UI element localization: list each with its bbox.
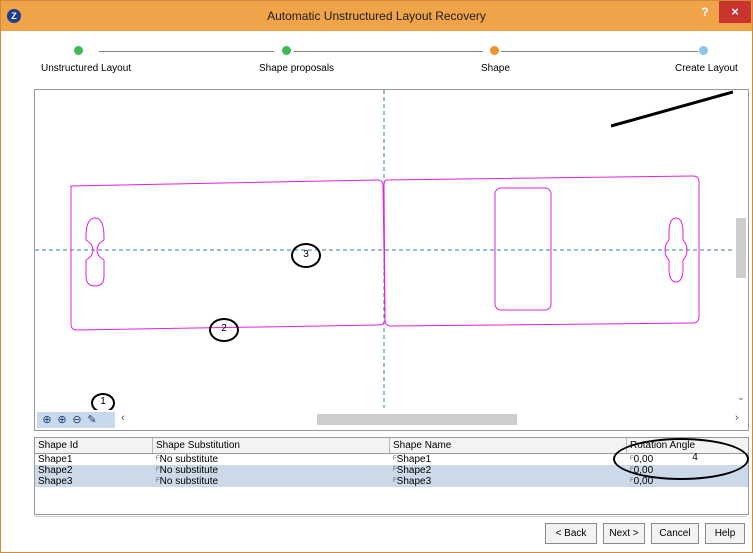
shape-outline-left xyxy=(70,179,386,331)
back-button[interactable]: < Back xyxy=(545,523,597,544)
horizontal-scroll-thumb[interactable] xyxy=(317,414,517,425)
close-icon: × xyxy=(731,4,739,19)
step-dot-unstructured-layout xyxy=(74,46,83,55)
help-title-button[interactable]: ? xyxy=(692,1,718,23)
dialog-window: Z Automatic Unstructured Layout Recovery… xyxy=(0,0,753,553)
zoom-fit-icon[interactable]: ⊕ xyxy=(40,413,54,427)
title-bar[interactable]: Z Automatic Unstructured Layout Recovery… xyxy=(1,1,752,31)
cell-name-value: Shape1 xyxy=(396,454,432,465)
pan-tool-icon[interactable]: ✎ xyxy=(85,413,99,427)
cell-shape-name[interactable]: FShape2 xyxy=(390,465,627,476)
cell-substitution-value: No substitute xyxy=(159,454,219,465)
column-header-shape-id[interactable]: Shape Id xyxy=(35,438,153,453)
step-dot-shape-proposals xyxy=(282,46,291,55)
next-button[interactable]: Next > xyxy=(603,523,645,544)
cell-name-value: Shape2 xyxy=(396,465,432,476)
zoom-in-icon[interactable]: ⊕ xyxy=(55,413,69,427)
cell-shape-id: Shape1 xyxy=(38,454,73,465)
scroll-down-icon[interactable]: ⌄ xyxy=(737,392,745,403)
step-label-shape-proposals: Shape proposals xyxy=(259,63,335,74)
cell-substitution-value: No substitute xyxy=(159,476,219,487)
vertical-scroll-thumb[interactable] xyxy=(736,218,746,278)
cell-name-value: Shape3 xyxy=(396,476,432,487)
annotation-callout-2: 2 xyxy=(209,318,239,342)
footer-divider xyxy=(34,516,747,517)
step-dot-shape xyxy=(490,46,499,55)
cancel-button[interactable]: Cancel xyxy=(651,523,699,544)
step-label-unstructured-layout: Unstructured Layout xyxy=(41,63,132,74)
cell-shape-id: Shape2 xyxy=(38,465,73,476)
annotation-arrow xyxy=(610,90,733,128)
step-label-create-layout: Create Layout xyxy=(675,63,738,74)
scroll-right-icon[interactable]: › xyxy=(735,412,739,424)
zoom-toolbar: ⊕ ⊕ ⊖ ✎ xyxy=(37,412,115,428)
help-button[interactable]: Help xyxy=(705,523,745,544)
table-row[interactable]: Shape3 FNo substitute FShape3 F0,00 xyxy=(35,476,748,487)
scroll-left-icon[interactable]: ‹ xyxy=(121,412,125,424)
hanging-slot-left xyxy=(85,217,105,287)
cell-shape-substitution[interactable]: FNo substitute xyxy=(153,454,390,465)
column-header-shape-name[interactable]: Shape Name xyxy=(390,438,627,453)
window-title: Automatic Unstructured Layout Recovery xyxy=(267,9,486,23)
cell-shape-id: Shape3 xyxy=(38,476,73,487)
cell-shape-name[interactable]: FShape1 xyxy=(390,454,627,465)
close-button[interactable]: × xyxy=(719,1,751,23)
shape-outline-right xyxy=(383,175,700,327)
progress-connector xyxy=(99,51,274,52)
vertical-scrollbar[interactable]: ⌄ xyxy=(734,90,748,406)
step-label-shape: Shape xyxy=(481,63,510,74)
zoom-out-icon[interactable]: ⊖ xyxy=(70,413,84,427)
cell-shape-name[interactable]: FShape3 xyxy=(390,476,627,487)
horizontal-scrollbar[interactable]: ⊕ ⊕ ⊖ ✎ ‹ › xyxy=(35,410,748,430)
wizard-progress: Unstructured Layout Shape proposals Shap… xyxy=(1,31,752,83)
cell-shape-substitution[interactable]: FNo substitute xyxy=(153,465,390,476)
shape-drawing xyxy=(35,90,733,408)
column-header-shape-substitution[interactable]: Shape Substitution xyxy=(153,438,390,453)
cell-substitution-value: No substitute xyxy=(159,465,219,476)
annotation-callout-3: 3 xyxy=(291,243,321,268)
step-dot-create-layout xyxy=(699,46,708,55)
annotation-callout-4: 4 xyxy=(613,438,749,480)
window-cutout xyxy=(494,187,552,311)
progress-connector xyxy=(501,51,698,52)
preview-canvas[interactable]: 3 2 1 ⌄ ⊕ ⊕ ⊖ ✎ ‹ › xyxy=(34,89,749,431)
progress-connector xyxy=(294,51,483,52)
cell-shape-substitution[interactable]: FNo substitute xyxy=(153,476,390,487)
